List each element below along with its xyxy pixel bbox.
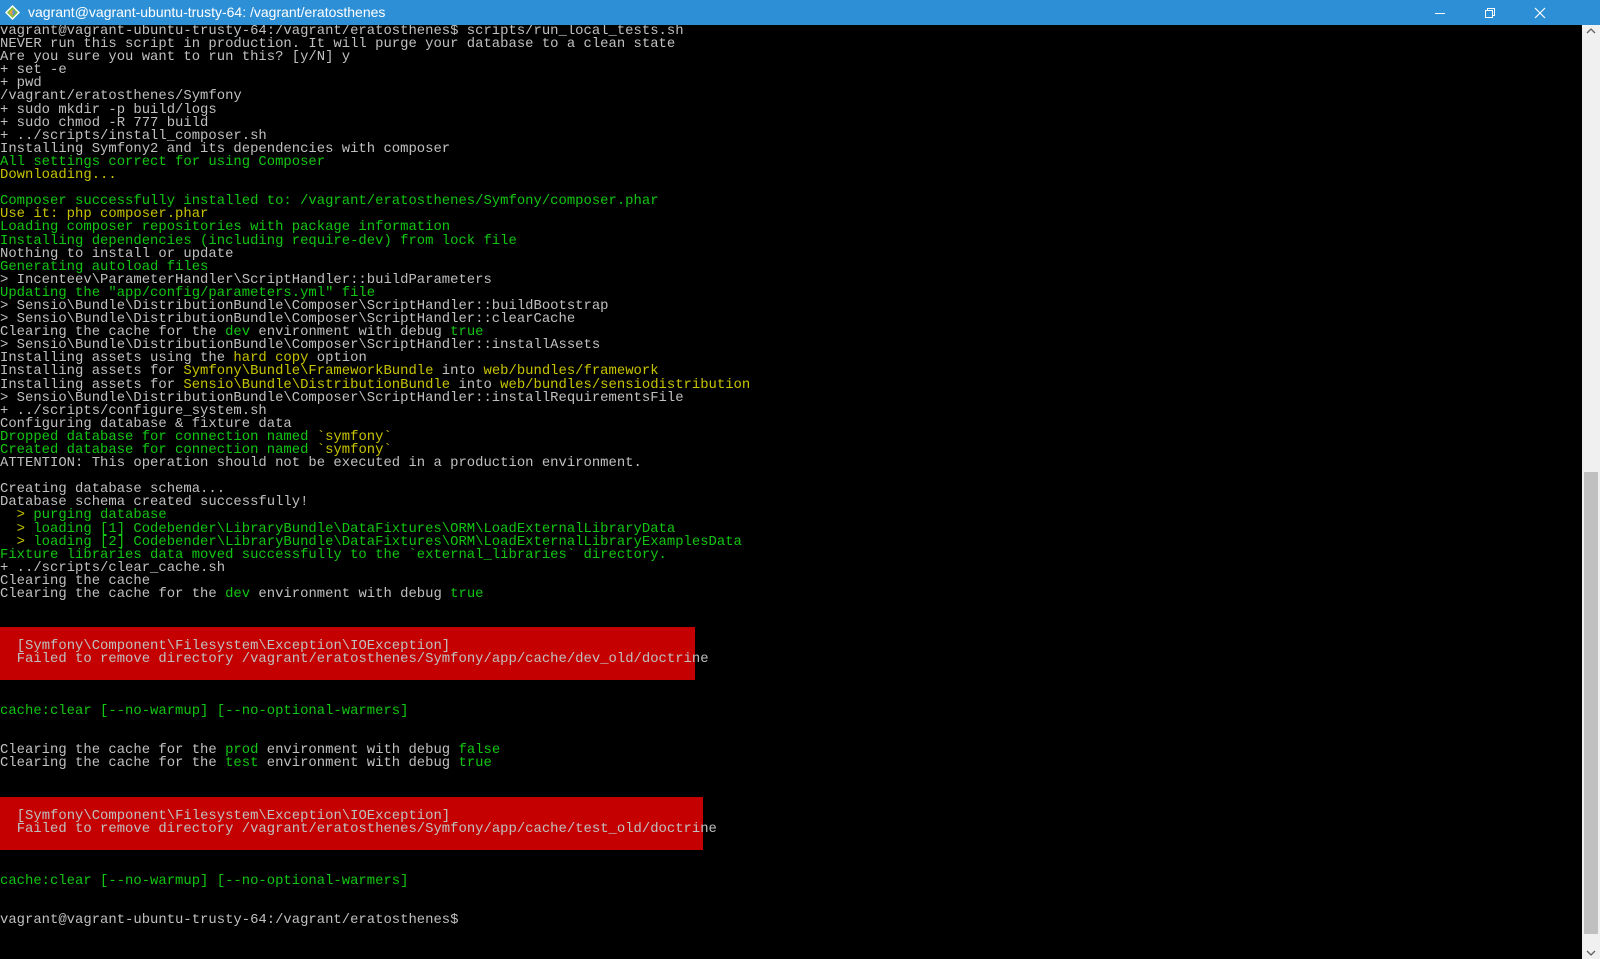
close-button[interactable] — [1515, 0, 1565, 25]
text-segment: Clearing the cache for the — [0, 586, 226, 603]
text-segment: Downloading... — [0, 167, 117, 184]
error-message: Failed to remove directory /vagrant/erat… — [16, 821, 717, 838]
scroll-up-icon[interactable] — [1586, 27, 1596, 35]
text-segment: environment with debug — [258, 755, 459, 771]
app-icon[interactable] — [4, 4, 21, 21]
error-block-test: [Symfony\Component\Filesystem\Exception\… — [0, 797, 717, 850]
terminal-output[interactable]: vagrant@vagrant-ubuntu-trusty-64:/vagran… — [0, 25, 1582, 959]
terminal-line: Clearing the cache for the dev environme… — [0, 586, 750, 603]
text-segment: environment with debug — [250, 586, 451, 603]
window-title: vagrant@vagrant-ubuntu-trusty-64: /vagra… — [28, 4, 386, 20]
text-segment: Clearing the cache for the — [0, 755, 226, 771]
usage-line: cache:clear [--no-warmup] [--no-optional… — [0, 703, 409, 719]
scrollbar-thumb[interactable] — [1584, 472, 1598, 934]
error-message: Failed to remove directory /vagrant/erat… — [16, 651, 709, 668]
text-segment: true — [450, 586, 484, 603]
test-cache-line: Clearing the cache for the test environm… — [0, 755, 492, 771]
text-segment: ATTENTION: This operation should not be … — [0, 455, 642, 472]
minimize-button[interactable] — [1415, 0, 1465, 25]
restore-icon — [1485, 7, 1495, 18]
title-bar[interactable]: vagrant@vagrant-ubuntu-trusty-64: /vagra… — [0, 0, 1600, 25]
terminal-line: Are you sure you want to run this? [y/N]… — [0, 50, 750, 64]
text-segment: test — [225, 755, 259, 771]
terminal-line: ATTENTION: This operation should not be … — [0, 455, 750, 472]
terminal-line: + set -e — [0, 63, 750, 77]
text-segment: dev — [225, 586, 251, 603]
minimize-icon — [1435, 12, 1445, 14]
error-block-dev: [Symfony\Component\Filesystem\Exception\… — [0, 627, 709, 680]
text-segment: true — [458, 755, 492, 771]
scroll-down-icon[interactable] — [1586, 949, 1596, 957]
terminal-line: Downloading... — [0, 167, 750, 184]
vertical-scrollbar[interactable] — [1582, 25, 1600, 959]
usage-line: cache:clear [--no-warmup] [--no-optional… — [0, 873, 409, 889]
terminal-line: Clearing the cache for the test environm… — [0, 755, 492, 771]
terminal-log: vagrant@vagrant-ubuntu-trusty-64:/vagran… — [0, 25, 750, 601]
close-icon — [1534, 7, 1546, 18]
shell-prompt: vagrant@vagrant-ubuntu-trusty-64:/vagran… — [0, 912, 459, 928]
restore-button[interactable] — [1465, 0, 1515, 25]
